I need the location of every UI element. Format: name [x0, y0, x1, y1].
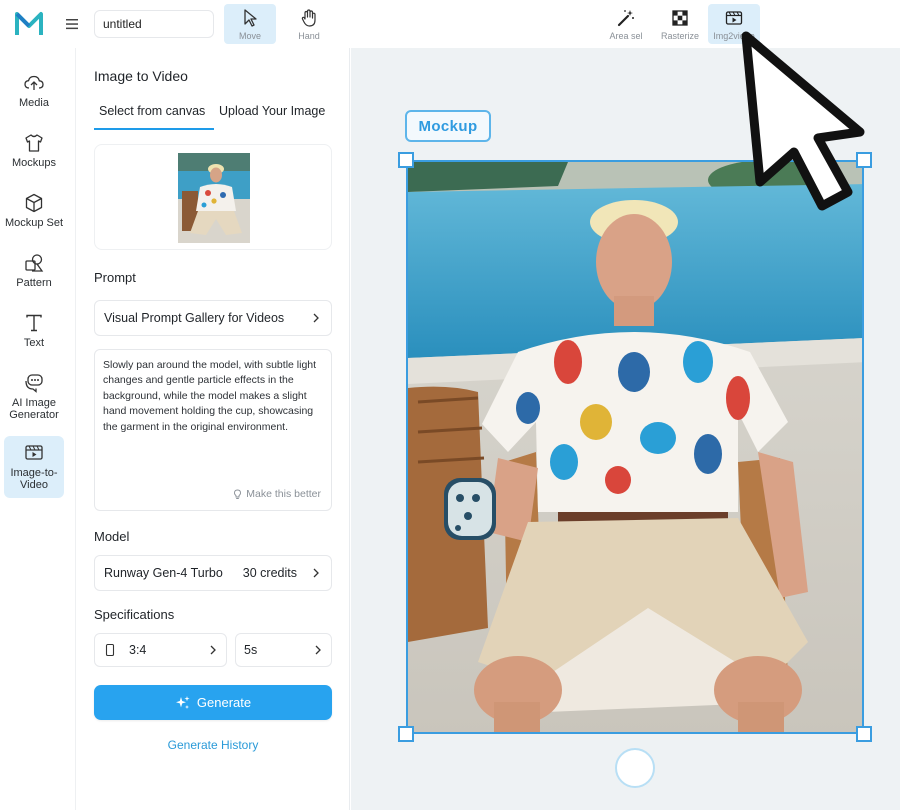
duration-value: 5s [244, 643, 258, 657]
phone-portrait-icon [105, 643, 115, 657]
area-select-tool-label: Area sel [609, 31, 643, 41]
lightbulb-icon [234, 489, 242, 499]
sidebar-item-mockup-set[interactable]: Mockup Set [4, 186, 64, 229]
rotate-handle[interactable] [615, 748, 655, 788]
rasterize-icon [672, 10, 688, 26]
video-icon [25, 445, 43, 460]
text-icon [26, 314, 42, 332]
prompt-textarea[interactable]: Slowly pan around the model, with subtle… [94, 349, 332, 511]
image-to-video-panel: Image to Video Select from canvas Upload… [78, 48, 350, 810]
cursor-arrow-icon [244, 9, 257, 27]
make-better-label: Make this better [246, 488, 321, 500]
chevron-right-icon [313, 313, 319, 323]
sidebar-item-ai-image-generator[interactable]: AI Image Generator [4, 366, 64, 421]
visual-prompt-gallery-button[interactable]: Visual Prompt Gallery for Videos [94, 300, 332, 336]
mockup-image [408, 162, 862, 732]
active-tab-indicator [94, 128, 214, 130]
video-clapper-icon [725, 11, 743, 25]
sidebar-item-label: Mockups [11, 157, 57, 169]
resize-handle-top-left[interactable] [398, 152, 414, 168]
make-better-button[interactable]: Make this better [232, 488, 321, 500]
rasterize-tool-button[interactable]: Rasterize [654, 4, 706, 44]
sidebar-item-media[interactable]: Media [4, 66, 64, 109]
generate-button[interactable]: Generate [94, 685, 332, 720]
left-sidebar: Media Mockups Mockup Set Pattern Text AI… [0, 48, 76, 810]
hand-tool-label: Hand [298, 31, 320, 41]
aspect-ratio-value: 3:4 [129, 643, 147, 657]
model-label: Model [94, 529, 130, 544]
selected-image-preview[interactable] [94, 144, 332, 250]
model-select[interactable]: Runway Gen-4 Turbo 30 credits [94, 555, 332, 591]
logo-icon[interactable] [14, 10, 44, 38]
prompt-label: Prompt [94, 270, 136, 285]
move-tool-label: Move [238, 31, 261, 41]
chevron-right-icon [210, 645, 216, 655]
hamburger-icon[interactable] [64, 16, 80, 32]
magic-wand-icon [617, 10, 634, 27]
sidebar-item-text[interactable]: Text [4, 306, 64, 349]
sidebar-item-label: Text [23, 337, 45, 349]
tab-upload-your-image[interactable]: Upload Your Image [219, 104, 325, 118]
aspect-ratio-select[interactable]: 3:4 [94, 633, 227, 667]
resize-handle-bottom-left[interactable] [398, 726, 414, 742]
selected-image-thumbnail [178, 153, 250, 243]
duration-select[interactable]: 5s [235, 633, 332, 667]
model-credits: 30 credits [242, 566, 297, 580]
sidebar-item-image-to-video[interactable]: Image-to- Video [4, 436, 64, 498]
sparkle-icon [175, 695, 190, 709]
chevron-right-icon [313, 568, 319, 578]
specifications-label: Specifications [94, 607, 175, 622]
sidebar-item-label: Image-to- Video [10, 467, 58, 491]
visual-prompt-gallery-label: Visual Prompt Gallery for Videos [104, 311, 285, 325]
document-title-input[interactable] [94, 10, 214, 38]
mockup-tag[interactable]: Mockup [405, 110, 491, 142]
resize-handle-bottom-right[interactable] [856, 726, 872, 742]
mockup-image-frame[interactable] [406, 160, 864, 734]
sidebar-item-pattern[interactable]: Pattern [4, 246, 64, 289]
model-value: Runway Gen-4 Turbo [104, 566, 223, 580]
cube-icon [25, 193, 43, 213]
area-select-tool-button[interactable]: Area sel [600, 4, 652, 44]
sidebar-item-label: AI Image Generator [9, 397, 59, 421]
tab-select-from-canvas[interactable]: Select from canvas [99, 104, 205, 118]
sidebar-item-label: Mockup Set [4, 217, 64, 229]
generate-label: Generate [196, 695, 252, 710]
prompt-text: Slowly pan around the model, with subtle… [103, 359, 317, 433]
rasterize-tool-label: Rasterize [660, 31, 699, 41]
pattern-icon [25, 254, 44, 272]
sidebar-item-label: Media [19, 97, 49, 109]
panel-title: Image to Video [94, 68, 188, 84]
tshirt-icon [25, 134, 43, 152]
hand-tool-button[interactable]: Hand [283, 4, 335, 44]
chevron-right-icon [315, 645, 321, 655]
cloud-upload-icon [24, 75, 44, 90]
generate-history-link[interactable]: Generate History [94, 738, 332, 752]
pointer-cursor-icon [741, 31, 865, 211]
hand-icon [301, 9, 316, 27]
sidebar-item-mockups[interactable]: Mockups [4, 126, 64, 169]
move-tool-button[interactable]: Move [224, 4, 276, 44]
ai-chat-icon [25, 374, 43, 393]
sidebar-item-label: Pattern [16, 277, 52, 289]
